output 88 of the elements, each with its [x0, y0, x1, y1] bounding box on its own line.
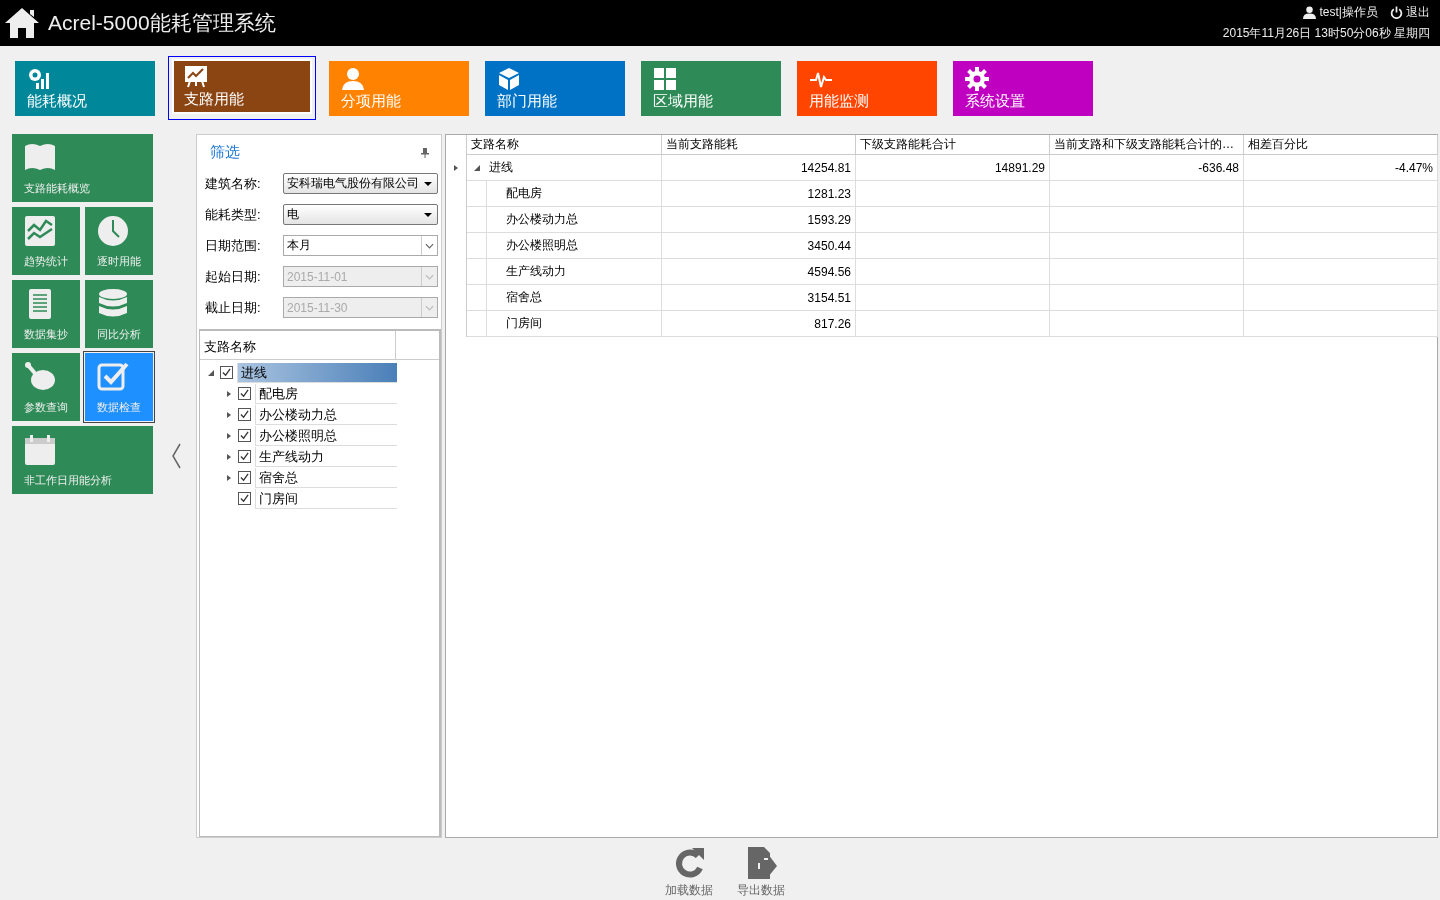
table-cell-text: 办公楼照明总: [505, 237, 578, 254]
table-cell-text: 生产线动力: [505, 263, 566, 280]
check-icon: [97, 361, 129, 393]
collapsed-arrow-icon[interactable]: [226, 432, 232, 439]
logout-link[interactable]: 退出: [1390, 4, 1430, 21]
field-label: 起始日期:: [205, 267, 262, 286]
table-cell: 817.26: [662, 311, 856, 337]
chevron-down-icon: [425, 242, 434, 249]
side-menu-item[interactable]: 趋势统计: [12, 207, 80, 275]
dropdown-field[interactable]: 电: [283, 204, 438, 225]
column-header[interactable]: 支路名称: [467, 135, 662, 155]
nav-tab[interactable]: 系统设置: [953, 61, 1093, 116]
side-menu-item[interactable]: 数据检查: [85, 353, 153, 421]
table-cell: 14254.81: [662, 155, 856, 181]
trend-icon: [24, 215, 56, 247]
table-cell: 1281.23: [662, 181, 856, 207]
dropdown-field[interactable]: 本月: [283, 235, 438, 256]
chevron-left-icon[interactable]: [171, 443, 181, 469]
collapsed-arrow-icon[interactable]: [226, 390, 232, 397]
power-icon: [1390, 6, 1403, 19]
table-cell-text: 配电房: [505, 185, 542, 202]
datetime: 2015年11月26日 13时50分06秒 星期四: [1222, 25, 1430, 42]
checkbox[interactable]: [238, 492, 251, 505]
table-cell: -4.47%: [1244, 155, 1438, 181]
column-header[interactable]: 当前支路和下级支路能耗合计的…: [1050, 135, 1244, 155]
table-cell-text: 进线: [488, 159, 513, 176]
field-label: 日期范围:: [205, 236, 262, 255]
tree-item[interactable]: 进线: [237, 362, 397, 383]
user-icon: [1302, 6, 1316, 19]
table-cell: 14891.29: [856, 155, 1050, 181]
column-header: 支路名称: [200, 331, 396, 359]
tree-item[interactable]: 办公楼照明总: [255, 425, 397, 446]
side-menu-item[interactable]: 逐时用能: [85, 207, 153, 275]
chevron-down-icon: [425, 273, 434, 280]
tree-item[interactable]: 宿舍总: [255, 467, 397, 488]
tree-item[interactable]: 办公楼动力总: [255, 404, 397, 425]
checkbox[interactable]: [238, 429, 251, 442]
table-cell-text: 办公楼动力总: [505, 211, 578, 228]
toolbar-button[interactable]: 加载数据: [665, 846, 713, 899]
side-menu-item[interactable]: 支路能耗概览: [12, 134, 153, 202]
column-header[interactable]: 下级支路能耗合计: [856, 135, 1050, 155]
pin-icon[interactable]: [421, 147, 429, 158]
column-header[interactable]: 当前支路能耗: [662, 135, 856, 155]
table-cell: 4594.56: [662, 259, 856, 285]
app-title: Acrel-5000能耗管理系统: [48, 10, 276, 36]
table-cell: 3154.51: [662, 285, 856, 311]
tree-item[interactable]: 门房间: [255, 488, 397, 509]
side-menu-item[interactable]: 数据集抄: [12, 280, 80, 348]
collapsed-arrow-icon[interactable]: [226, 474, 232, 481]
expanded-arrow-icon[interactable]: [474, 164, 480, 171]
column-header[interactable]: 相差百分比: [1244, 135, 1438, 155]
side-menu-item[interactable]: 参数查询: [12, 353, 80, 421]
toolbar-button[interactable]: 导出数据: [737, 846, 785, 899]
caret-icon: [424, 181, 432, 186]
table-cell-text: 宿舍总: [505, 289, 542, 306]
checkbox[interactable]: [220, 366, 233, 379]
table-cell: -636.48: [1050, 155, 1244, 181]
calendar-icon: [24, 434, 56, 466]
tree-item[interactable]: 生产线动力: [255, 446, 397, 467]
user-name: test|操作员: [1319, 4, 1378, 21]
nav-tab[interactable]: 用能监测: [797, 61, 937, 116]
checkbox[interactable]: [238, 387, 251, 400]
checkbox[interactable]: [238, 471, 251, 484]
checkbox[interactable]: [238, 450, 251, 463]
clock-icon: [97, 215, 129, 247]
nav-tab[interactable]: 支路用能: [172, 59, 312, 114]
tree-item[interactable]: 配电房: [255, 383, 397, 404]
table-cell: 1593.29: [662, 207, 856, 233]
table-cell-text: 门房间: [505, 315, 542, 332]
collapsed-arrow-icon[interactable]: [226, 453, 232, 460]
dropdown-field[interactable]: 安科瑞电气股份有限公司: [283, 173, 438, 194]
table-cell: 3450.44: [662, 233, 856, 259]
field-label: 建筑名称:: [205, 174, 262, 193]
field-label: 截止日期:: [205, 298, 262, 317]
collapsed-arrow-icon[interactable]: [226, 411, 232, 418]
field-label: 能耗类型:: [205, 205, 262, 224]
checkbox[interactable]: [238, 408, 251, 421]
nav-tab[interactable]: 部门用能: [485, 61, 625, 116]
home-icon[interactable]: [4, 7, 40, 39]
caret-icon: [424, 212, 432, 217]
nav-tab[interactable]: 能耗概况: [15, 61, 155, 116]
nav-tab[interactable]: 区域用能: [641, 61, 781, 116]
settings-icon: [965, 67, 989, 91]
expanded-arrow-icon[interactable]: [208, 369, 214, 376]
filter-title: 筛选: [210, 143, 240, 162]
side-menu-item[interactable]: 非工作日用能分析: [12, 426, 153, 494]
chevron-down-icon: [425, 304, 434, 311]
side-menu-item[interactable]: 同比分析: [85, 280, 153, 348]
